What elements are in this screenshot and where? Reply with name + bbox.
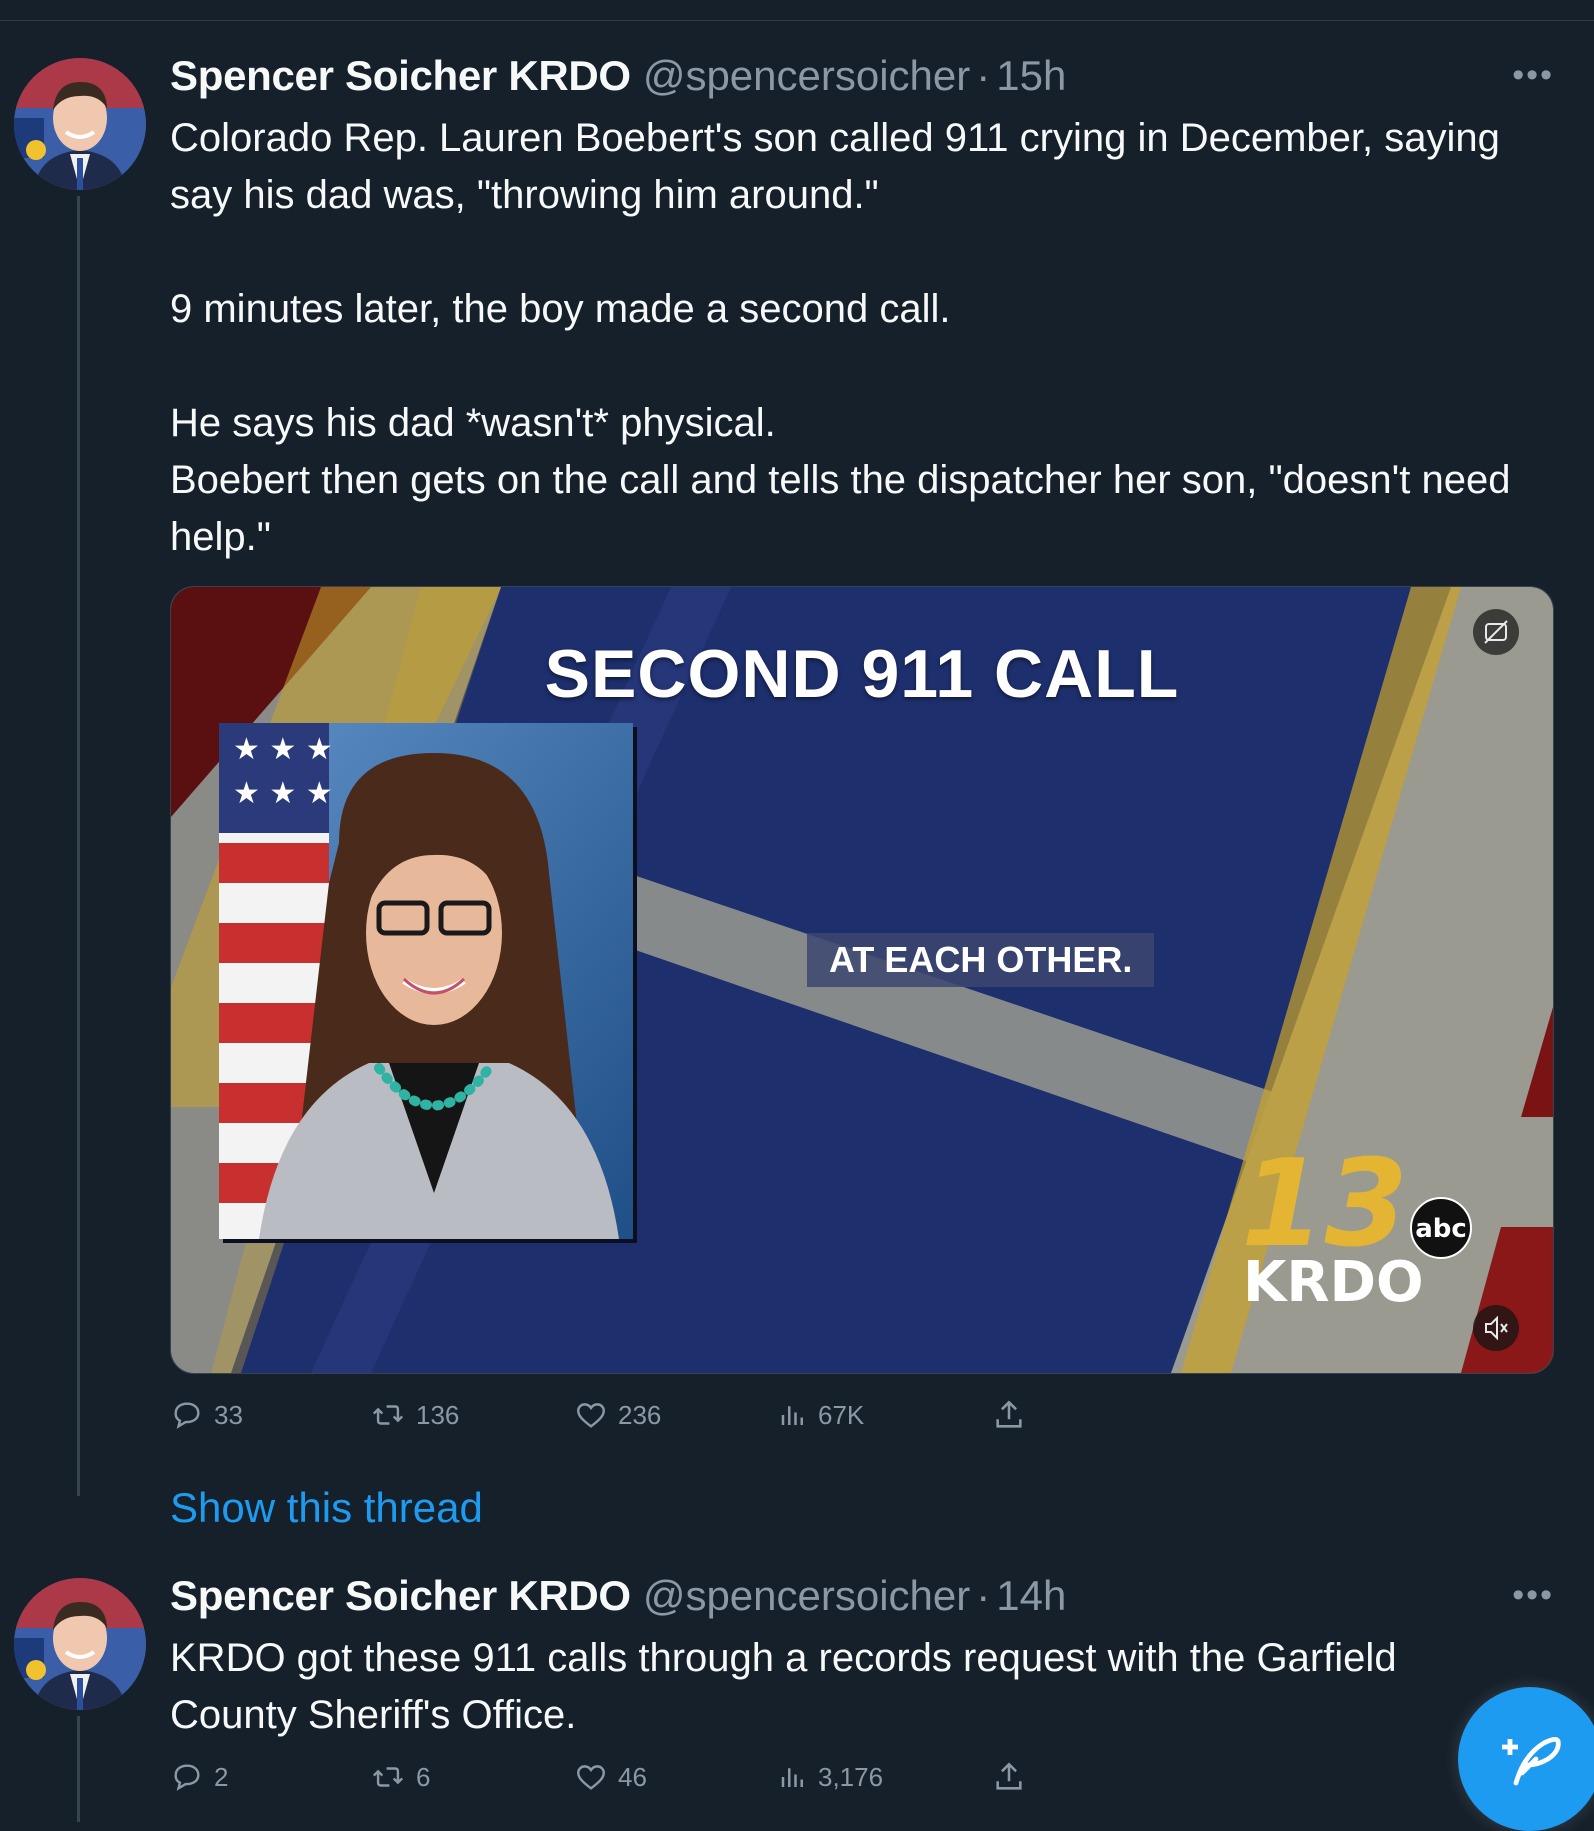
tweet-text: Colorado Rep. Lauren Boebert's son calle… [170,110,1560,566]
like-button[interactable]: 236 [574,1398,778,1432]
closed-captions-off-icon[interactable] [1473,609,1519,655]
thread-connector [77,196,80,1496]
share-icon [996,1400,1022,1428]
tweet-paragraph: 9 minutes later, the boy made a second c… [170,287,951,331]
logo-network: abc [1415,1214,1467,1244]
view-count: 67K [818,1399,865,1430]
avatar[interactable] [14,58,146,190]
thread-connector [77,1716,80,1822]
author-name[interactable]: Spencer Soicher KRDO [170,1572,631,1620]
views-button[interactable]: 67K [778,1398,992,1432]
krdo-13-logo: 13 abc KRDO [1241,1133,1491,1315]
view-count: 3,176 [818,1761,884,1792]
views-button[interactable]: 3,176 [778,1760,992,1794]
reply-count: 33 [214,1399,243,1430]
retweet-icon [372,1405,404,1425]
tweet-actions: 2 6 46 3,176 [170,1760,1026,1794]
separator-dot: · [976,1572,991,1619]
author-handle[interactable]: @spencersoicher [643,1572,970,1620]
retweet-count: 6 [416,1761,431,1792]
like-count: 236 [618,1399,662,1430]
like-count: 46 [618,1761,647,1792]
views-chart-icon [781,1768,803,1787]
tweet-2[interactable]: Spencer Soicher KRDO @spencersoicher · 1… [0,1560,1594,1822]
heart-icon [577,1403,605,1428]
tweet-paragraph: He says his dad *wasn't* physical. [170,401,776,445]
reply-button[interactable]: 33 [170,1398,370,1432]
video-title: SECOND 911 CALL [544,636,1180,712]
compose-tweet-button[interactable] [1458,1687,1594,1831]
tweet-1[interactable]: Spencer Soicher KRDO @spencersoicher · 1… [0,0,1594,1560]
share-icon [996,1762,1022,1790]
share-button[interactable] [992,1760,1026,1794]
show-thread-link[interactable]: Show this thread [170,1484,483,1532]
share-button[interactable] [992,1398,1026,1432]
timestamp[interactable]: 15h [996,52,1066,100]
avatar[interactable] [14,1578,146,1710]
video-player[interactable]: SECOND 911 CALL ★ ★ ★ ★ ★ ★ AT EACH OTHE… [170,586,1554,1374]
tweet-header: Spencer Soicher KRDO @spencersoicher · 1… [170,52,1066,100]
views-chart-icon [781,1406,803,1425]
svg-text:★ ★ ★: ★ ★ ★ [233,732,333,767]
muted-speaker-icon[interactable] [1473,1305,1519,1351]
retweet-button[interactable]: 6 [370,1760,574,1794]
reply-button[interactable]: 2 [170,1760,370,1794]
like-button[interactable]: 46 [574,1760,778,1794]
timestamp[interactable]: 14h [996,1572,1066,1620]
separator-dot: · [976,52,991,99]
tweet-header: Spencer Soicher KRDO @spencersoicher · 1… [170,1572,1066,1620]
tweet-paragraph: Boebert then gets on the call and tells … [170,458,1511,559]
video-caption: AT EACH OTHER. [807,933,1155,987]
tweet-actions: 33 136 236 67K [170,1398,1026,1432]
tweet-text: KRDO got these 911 calls through a recor… [170,1630,1470,1744]
compose-feather-icon [1502,1737,1561,1786]
tweet-paragraph: Colorado Rep. Lauren Boebert's son calle… [170,116,1500,217]
svg-text:★ ★ ★: ★ ★ ★ [233,776,333,811]
more-horizontal-icon[interactable]: ••• [1512,1576,1554,1615]
logo-station: KRDO [1243,1250,1424,1313]
author-handle[interactable]: @spencersoicher [643,52,970,100]
reply-count: 2 [214,1761,229,1792]
more-horizontal-icon[interactable]: ••• [1512,56,1554,95]
author-name[interactable]: Spencer Soicher KRDO [170,52,631,100]
retweet-count: 136 [416,1399,460,1430]
retweet-icon [372,1767,404,1787]
heart-icon [577,1765,605,1790]
reply-icon [174,1402,200,1429]
portrait-image: ★ ★ ★ ★ ★ ★ [219,723,633,1239]
retweet-button[interactable]: 136 [370,1398,574,1432]
tweet-paragraph: KRDO got these 911 calls through a recor… [170,1636,1397,1737]
reply-icon [174,1764,200,1791]
